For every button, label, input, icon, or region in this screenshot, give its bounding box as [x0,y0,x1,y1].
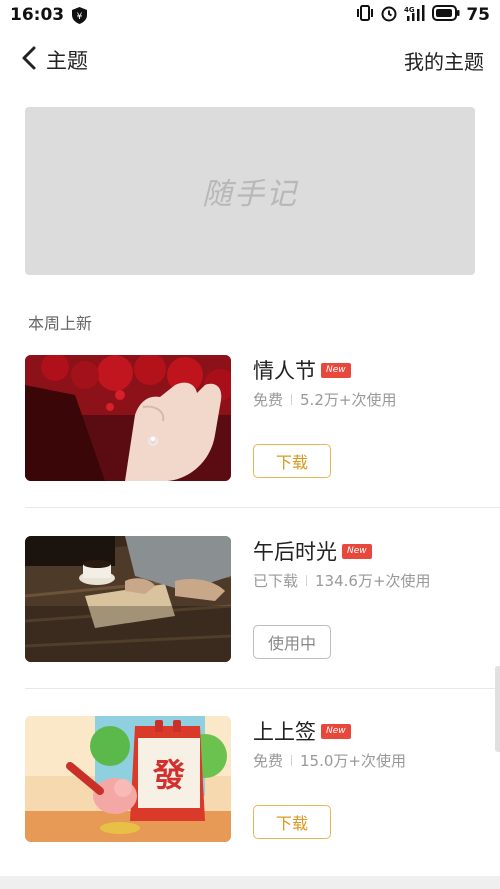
battery-icon [432,5,460,25]
divider [25,507,500,508]
theme-info: 上上签 New 免费 15.0万+次使用 下载 [253,716,406,839]
scrollbar-handle[interactable] [495,666,500,752]
theme-info: 情人节 New 免费 5.2万+次使用 下载 [253,355,396,478]
promo-banner[interactable]: 随手记 [25,107,475,275]
theme-name-row: 午后时光 New [253,536,431,566]
meta-separator [306,575,308,586]
status-time: 16:03 [10,5,65,25]
download-button[interactable]: 下载 [253,805,331,839]
theme-usage-count: 134.6万+次使用 [315,572,431,590]
shield-icon: ¥ [72,6,88,24]
download-button[interactable]: 下载 [253,444,331,478]
meta-separator [291,394,293,405]
theme-name: 午后时光 [253,540,337,564]
vibrate-icon [356,4,374,26]
alarm-icon [380,4,398,26]
theme-name-row: 情人节 New [253,355,396,385]
battery-level: 75 [466,5,490,25]
back-button[interactable] [16,46,42,74]
nav-bar: 主题 我的主题 [0,30,500,90]
theme-list-content: 随手记 本周上新 情人节 New 免费 5.2万+次使用 下载 午后时光 New… [0,90,500,876]
new-badge: New [321,723,351,739]
theme-thumbnail-afternoon[interactable] [25,536,231,662]
meta-separator [291,755,293,766]
section-title-new-this-week: 本周上新 [28,314,93,333]
my-themes-link[interactable]: 我的主题 [404,46,484,75]
theme-price-status: 已下载 [253,572,299,590]
svg-text:4G: 4G [404,6,415,14]
theme-usage-count: 15.0万+次使用 [300,752,406,770]
banner-logo-text: 随手记 [202,177,298,212]
theme-item[interactable]: 發 上上签 New 免费 15.0万+次使用 下载 [25,716,500,842]
theme-thumbnail-valentine[interactable] [25,355,231,481]
theme-name-row: 上上签 New [253,716,406,746]
theme-meta: 免费 15.0万+次使用 [253,750,406,771]
theme-meta: 已下载 134.6万+次使用 [253,570,431,591]
theme-price-status: 免费 [253,391,284,409]
theme-meta: 免费 5.2万+次使用 [253,389,396,410]
signal-4g-icon: 4G [404,4,426,26]
chevron-left-icon [21,46,37,74]
theme-usage-count: 5.2万+次使用 [300,391,397,409]
theme-item[interactable]: 情人节 New 免费 5.2万+次使用 下载 [25,355,500,481]
theme-info: 午后时光 New 已下载 134.6万+次使用 使用中 [253,536,431,659]
svg-text:發: 發 [152,756,185,794]
new-badge: New [342,543,372,559]
page-title: 主题 [46,49,88,73]
theme-name: 情人节 [253,359,316,383]
theme-thumbnail-lucky-draw[interactable]: 發 [25,716,231,842]
status-bar: 16:03 ¥ 4G 75 [0,0,500,30]
bottom-edge [0,876,500,889]
theme-item[interactable]: 午后时光 New 已下载 134.6万+次使用 使用中 [25,536,500,662]
theme-name: 上上签 [253,720,316,744]
in-use-button[interactable]: 使用中 [253,625,331,659]
new-badge: New [321,362,351,378]
divider [25,688,500,689]
status-icons: 4G 75 [356,4,490,26]
theme-price-status: 免费 [253,752,284,770]
svg-text:¥: ¥ [77,12,83,22]
